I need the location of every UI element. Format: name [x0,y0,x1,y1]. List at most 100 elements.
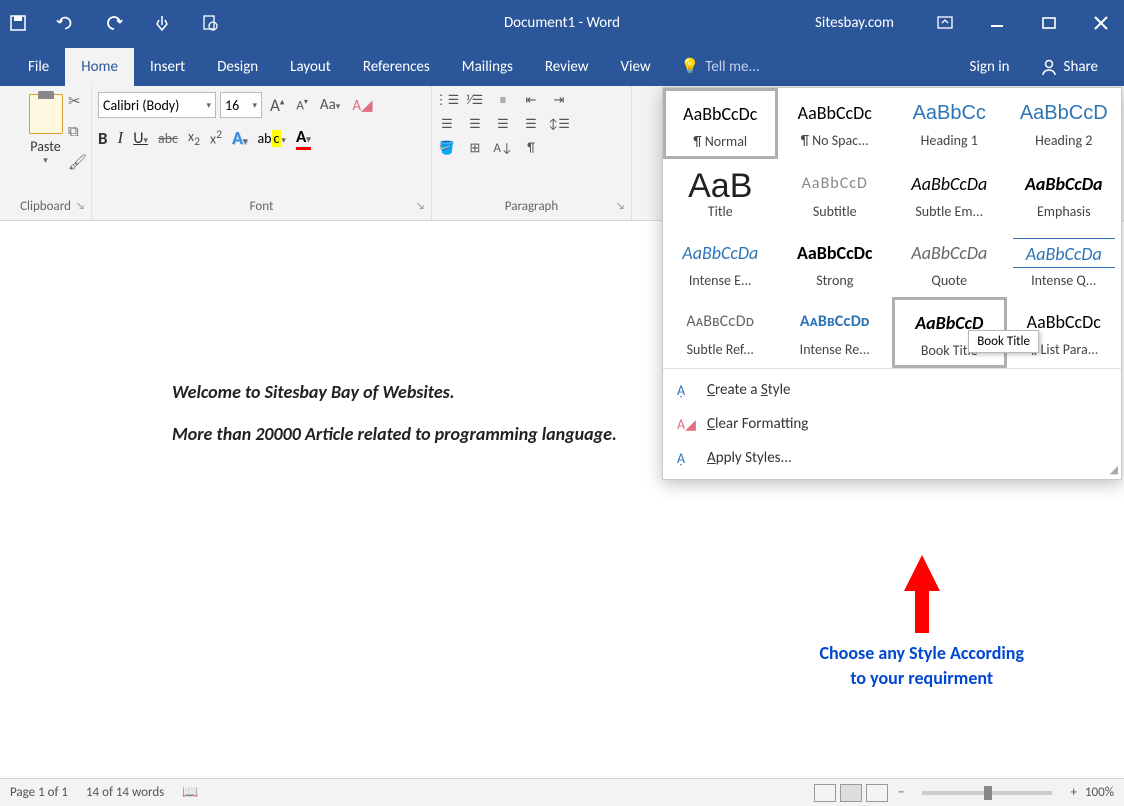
shading-icon[interactable]: 🪣 [438,140,456,156]
minimize-icon[interactable] [984,10,1010,36]
superscript-button[interactable]: x2 [210,128,222,148]
style-label: Subtitle [784,203,887,220]
person-icon [1040,58,1058,76]
highlight-icon[interactable]: abc▾ [257,130,286,147]
style--no-spac-[interactable]: AaBbCcDc¶ No Spac... [778,88,893,159]
align-right-icon[interactable]: ☰ [494,116,512,132]
clear-format-icon[interactable]: A◢ [348,94,376,117]
quick-access-toolbar [8,13,220,33]
style-subtle-em-[interactable]: AaBbCcDaSubtle Em... [892,159,1007,228]
zoom-slider[interactable] [922,791,1052,795]
font-color-icon[interactable]: A▾ [296,126,311,150]
maximize-icon[interactable] [1036,10,1062,36]
zoom-out-button[interactable]: − [898,785,904,800]
sort-icon[interactable]: A↓ [494,140,512,156]
style-heading-1[interactable]: AaBbCcHeading 1 [892,88,1007,159]
cut-icon[interactable]: ✂ [68,92,87,111]
share-button[interactable]: Share [1026,48,1112,86]
tab-references[interactable]: References [347,48,446,86]
redo-icon[interactable] [104,13,124,33]
spell-check-icon[interactable]: 📖 [182,785,198,800]
style-intense-e-[interactable]: AaBbCcDaIntense E... [663,228,778,297]
save-icon[interactable] [8,13,28,33]
style-label: Title [669,203,772,220]
style-title[interactable]: AaBTitle [663,159,778,228]
resize-grip-icon[interactable]: ◢ [1110,463,1118,476]
paragraph-group-label: Paragraph [432,199,631,214]
title-bar: Document1 - Word Sitesbay.com [0,0,1124,46]
read-mode-icon[interactable] [814,784,836,802]
style-subtitle[interactable]: AaBbCcDSubtitle [778,159,893,228]
print-layout-icon[interactable] [840,784,862,802]
touch-mode-icon[interactable] [152,13,172,33]
style-strong[interactable]: AaBbCcDcStrong [778,228,893,297]
style-label: Emphasis [1013,203,1116,220]
print-preview-icon[interactable] [200,13,220,33]
grow-font-icon[interactable]: A▴ [266,93,288,118]
font-size-value: 16 [225,97,239,114]
subscript-button[interactable]: x2 [188,128,200,149]
close-icon[interactable] [1088,10,1114,36]
align-center-icon[interactable]: ☰ [466,116,484,132]
underline-button[interactable]: U▾ [133,129,148,148]
tab-design[interactable]: Design [201,48,274,86]
ribbon-display-icon[interactable] [932,10,958,36]
tab-layout[interactable]: Layout [274,48,347,86]
decrease-indent-icon[interactable]: ⇤ [522,92,540,108]
tab-review[interactable]: Review [529,48,605,86]
strikethrough-button[interactable]: abc [158,130,178,147]
format-painter-icon[interactable]: 🖌 [68,153,87,172]
style-emphasis[interactable]: AaBbCcDaEmphasis [1007,159,1122,228]
tab-insert[interactable]: Insert [134,48,201,86]
undo-icon[interactable] [56,13,76,33]
bullets-icon[interactable]: ⋮☰ [438,92,456,108]
tell-me-search[interactable]: 💡Tell me... [667,47,774,86]
style-heading-2[interactable]: AaBbCcDHeading 2 [1007,88,1122,159]
window-controls [932,10,1114,36]
zoom-in-button[interactable]: + [1070,785,1076,800]
tab-home[interactable]: Home [65,48,134,86]
shrink-font-icon[interactable]: A▾ [292,95,312,115]
style-label: Intense E... [669,272,772,289]
create-style-item[interactable]: ẠCreate a Style [663,373,1121,407]
justify-icon[interactable]: ☰ [522,116,540,132]
tab-file[interactable]: File [12,48,65,86]
clipboard-group-label: Clipboard [0,199,91,214]
zoom-level[interactable]: 100% [1085,785,1114,800]
font-name-combo[interactable]: Calibri (Body)▾ [98,92,216,118]
style-intense-q-[interactable]: AaBbCcDaIntense Q... [1007,228,1122,297]
sign-in-button[interactable]: Sign in [954,48,1026,86]
style-quote[interactable]: AaBbCcDaQuote [892,228,1007,297]
numbering-icon[interactable]: ⅟☰ [466,92,484,108]
change-case-icon[interactable]: Aa▾ [316,94,344,116]
word-count[interactable]: 14 of 14 words [86,785,164,800]
font-size-combo[interactable]: 16▾ [220,92,262,118]
tab-mailings[interactable]: Mailings [446,48,529,86]
style-preview: AaBbCcDa [898,169,1001,199]
bold-button[interactable]: B [98,128,108,149]
style-subtle-ref-[interactable]: AᴀBʙCᴄDᴅSubtle Ref... [663,297,778,368]
apply-styles-item[interactable]: ẠApply Styles... [663,441,1121,475]
borders-icon[interactable]: ⊞ [466,140,484,156]
style-intense-re-[interactable]: AᴀBʙCᴄDᴅIntense Re... [778,297,893,368]
align-left-icon[interactable]: ☰ [438,116,456,132]
tab-view[interactable]: View [605,48,667,86]
line-spacing-icon[interactable]: ↕☰ [550,116,568,132]
style-label: Intense Re... [784,341,887,358]
clear-formatting-item[interactable]: A◢Clear Formatting [663,407,1121,441]
text-effects-icon[interactable]: A▾ [232,127,247,149]
style-preview: AaBbCcDa [898,238,1001,268]
page-indicator[interactable]: Page 1 of 1 [10,785,68,800]
font-group: Calibri (Body)▾ 16▾ A▴ A▾ Aa▾ A◢ B I U▾ … [92,86,432,220]
increase-indent-icon[interactable]: ⇥ [550,92,568,108]
arrow-icon [904,555,940,591]
multilevel-icon[interactable]: ≡ [494,92,512,108]
style-preview: AᴀBʙCᴄDᴅ [669,307,772,337]
style-label: Strong [784,272,887,289]
italic-button[interactable]: I [118,128,124,148]
web-layout-icon[interactable] [866,784,888,802]
show-marks-icon[interactable]: ¶ [522,140,540,156]
copy-icon[interactable]: ⧉ [68,123,87,141]
arrow-stem [915,591,929,633]
style--normal[interactable]: AaBbCcDc¶ Normal [663,88,778,159]
